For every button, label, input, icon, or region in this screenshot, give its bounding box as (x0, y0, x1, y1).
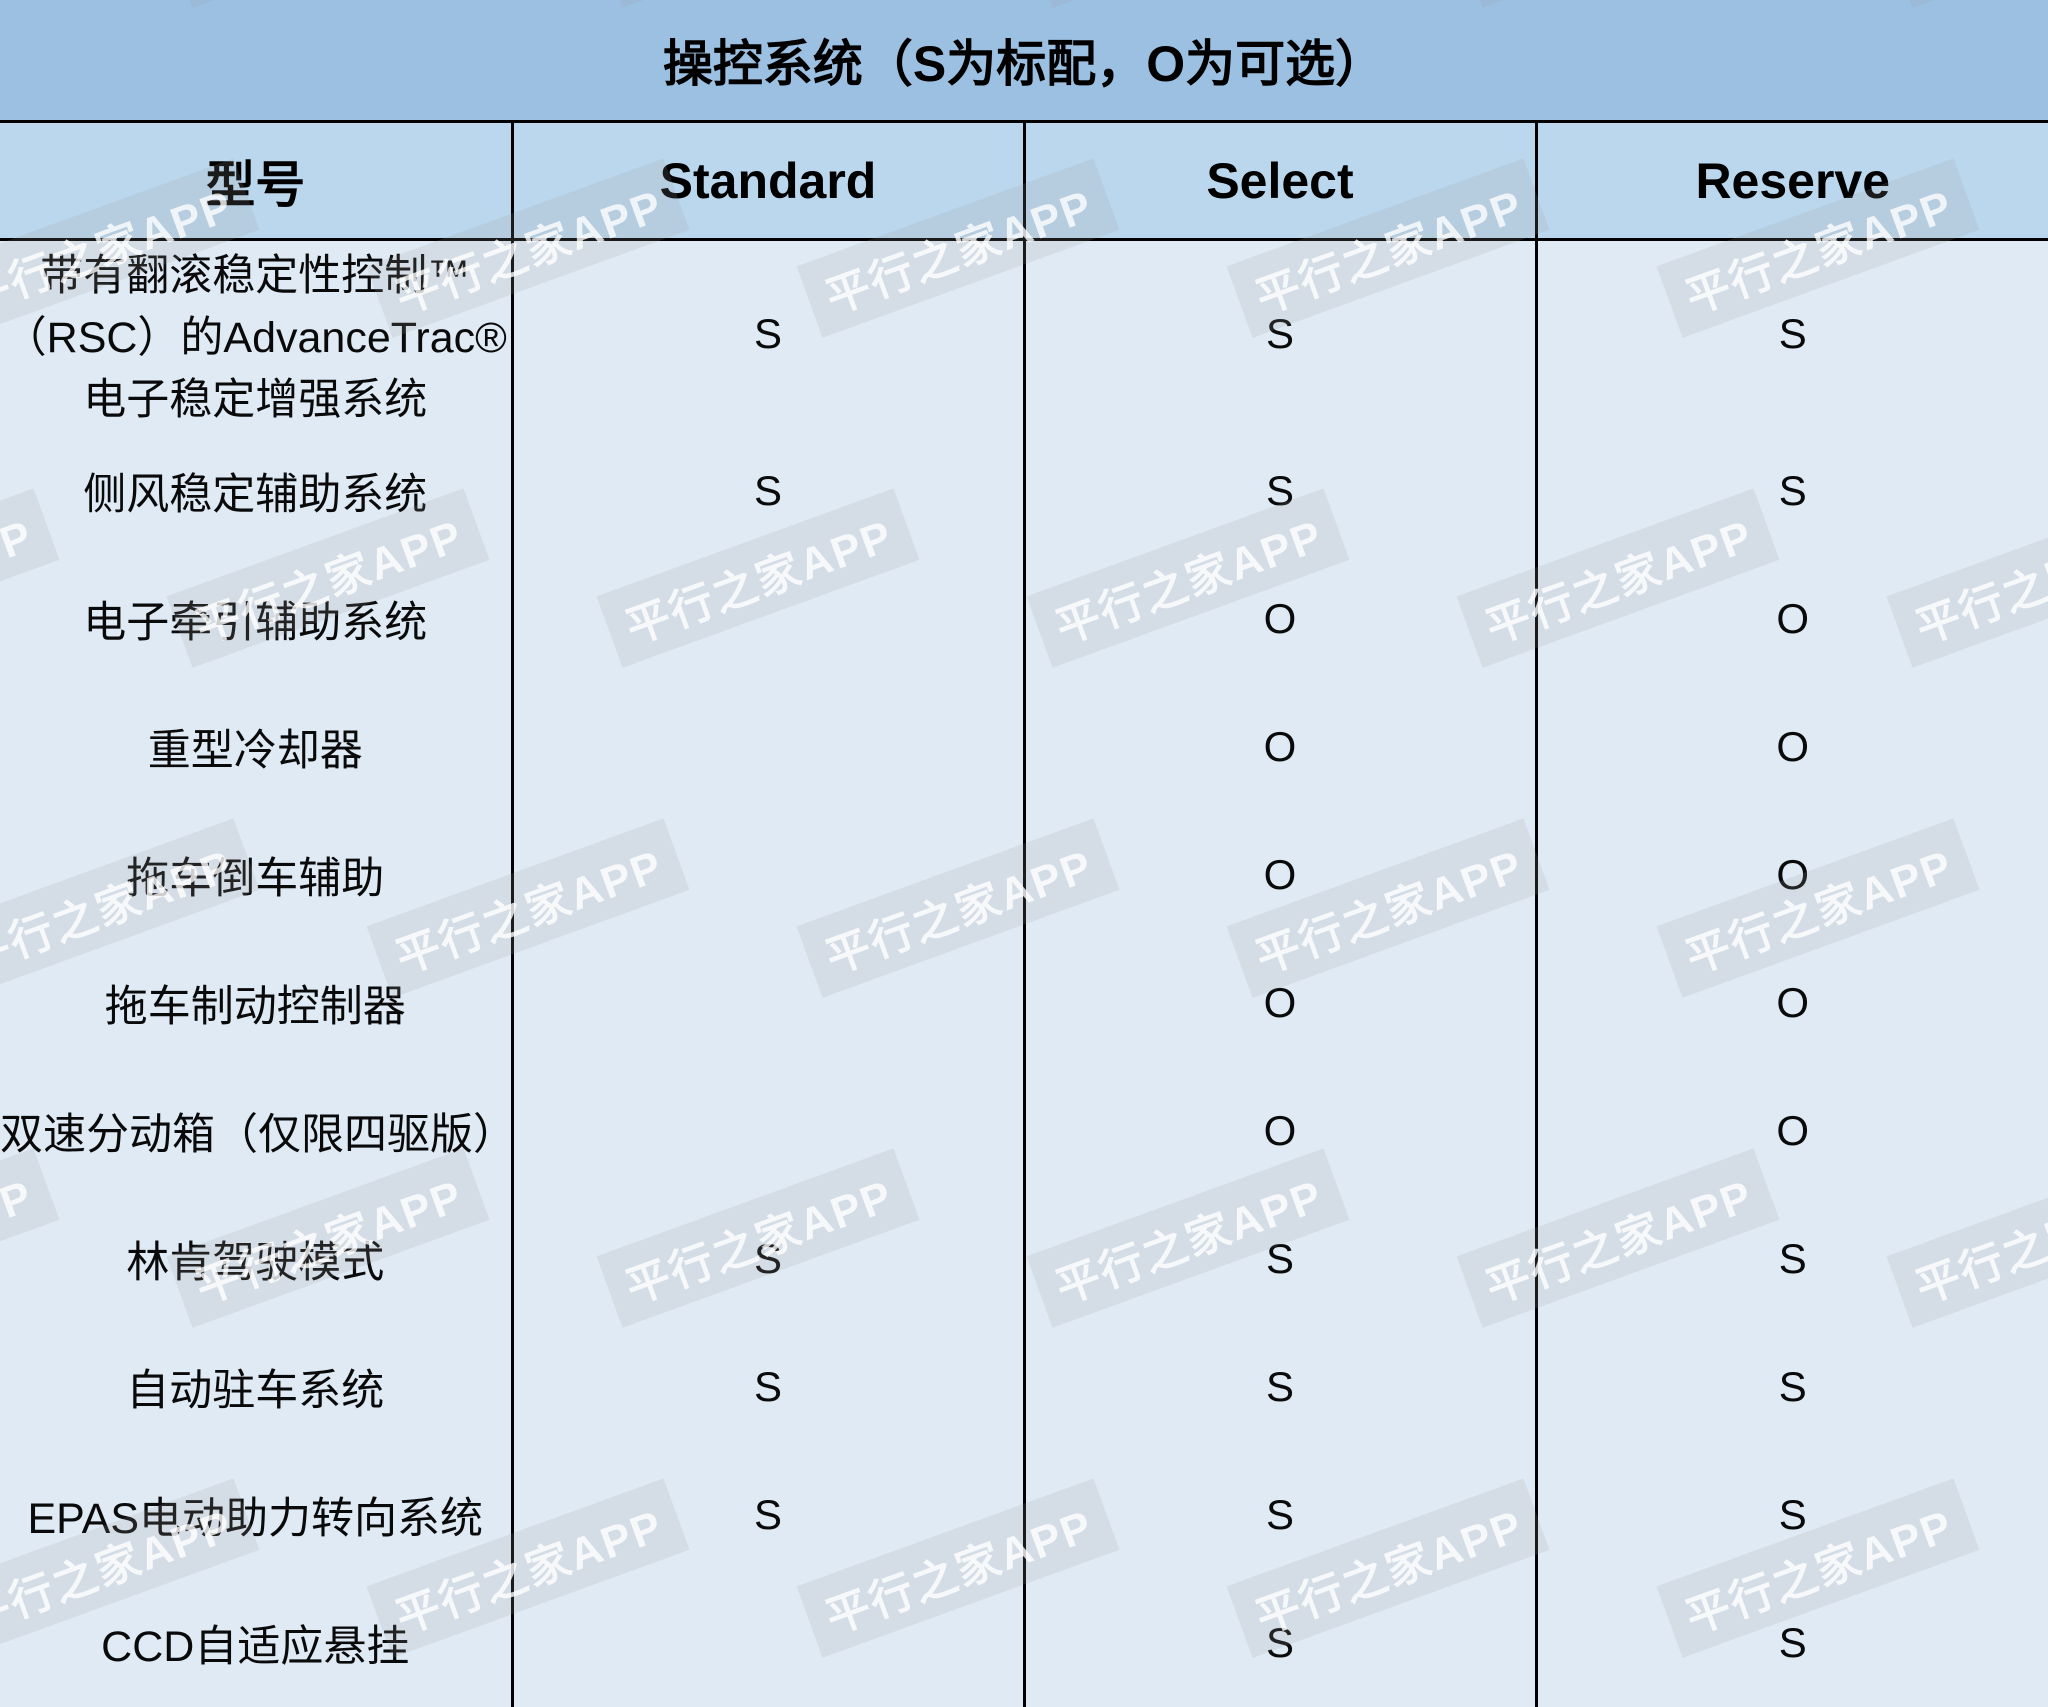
row-feature-name: EPAS电动助力转向系统 (0, 1451, 512, 1579)
table-row: 重型冷却器 OO (0, 683, 2048, 811)
cell-select: O (1024, 811, 1536, 939)
column-header-reserve: Reserve (1536, 122, 2048, 240)
cell-reserve: S (1536, 240, 2048, 428)
table-row: 拖车制动控制器 OO (0, 939, 2048, 1067)
cell-select: S (1024, 1323, 1536, 1451)
table-row: 电子牵引辅助系统 OO (0, 555, 2048, 683)
row-feature-name: 拖车倒车辅助 (0, 811, 512, 939)
cell-standard (512, 1067, 1024, 1195)
cell-reserve: S (1536, 1579, 2048, 1707)
cell-standard (512, 939, 1024, 1067)
table-row: 双速分动箱（仅限四驱版） OO (0, 1067, 2048, 1195)
table-row: CCD自适应悬挂 SS (0, 1579, 2048, 1707)
cell-select: S (1024, 1579, 1536, 1707)
row-feature-name: 重型冷却器 (0, 683, 512, 811)
cell-standard: S (512, 240, 1024, 428)
table-title: 操控系统（S为标配，O为可选） (0, 0, 2048, 122)
cell-standard (512, 1579, 1024, 1707)
column-header-standard: Standard (512, 122, 1024, 240)
row-feature-name: 拖车制动控制器 (0, 939, 512, 1067)
table-row: 林肯驾驶模式SSS (0, 1195, 2048, 1323)
table-row: 拖车倒车辅助 OO (0, 811, 2048, 939)
spec-comparison-table: 操控系统（S为标配，O为可选） 型号 Standard Select Reser… (0, 0, 2048, 1707)
row-feature-name: 双速分动箱（仅限四驱版） (0, 1067, 512, 1195)
cell-standard: S (512, 1195, 1024, 1323)
row-feature-name: 带有翻滚稳定性控制™（RSC）的AdvanceTrac® 电子稳定增强系统 (0, 240, 512, 428)
column-header-name: 型号 (0, 122, 512, 240)
table-row: 自动驻车系统SSS (0, 1323, 2048, 1451)
cell-select: S (1024, 240, 1536, 428)
cell-standard: S (512, 1323, 1024, 1451)
cell-reserve: S (1536, 1323, 2048, 1451)
cell-select: O (1024, 1067, 1536, 1195)
row-feature-name: 林肯驾驶模式 (0, 1195, 512, 1323)
cell-standard: S (512, 427, 1024, 555)
cell-standard: S (512, 1451, 1024, 1579)
cell-select: O (1024, 939, 1536, 1067)
cell-standard (512, 555, 1024, 683)
table-head: 操控系统（S为标配，O为可选） 型号 Standard Select Reser… (0, 0, 2048, 240)
title-row: 操控系统（S为标配，O为可选） (0, 0, 2048, 122)
table-body: 带有翻滚稳定性控制™（RSC）的AdvanceTrac® 电子稳定增强系统SSS… (0, 240, 2048, 1707)
cell-select: S (1024, 1451, 1536, 1579)
cell-reserve: O (1536, 683, 2048, 811)
table-row: 侧风稳定辅助系统SSS (0, 427, 2048, 555)
cell-reserve: O (1536, 555, 2048, 683)
row-feature-name: CCD自适应悬挂 (0, 1579, 512, 1707)
cell-reserve: S (1536, 1195, 2048, 1323)
table-row: 带有翻滚稳定性控制™（RSC）的AdvanceTrac® 电子稳定增强系统SSS (0, 240, 2048, 428)
cell-select: O (1024, 683, 1536, 811)
table-row: EPAS电动助力转向系统SSS (0, 1451, 2048, 1579)
cell-select: S (1024, 1195, 1536, 1323)
cell-standard (512, 811, 1024, 939)
row-feature-name: 电子牵引辅助系统 (0, 555, 512, 683)
row-feature-name: 自动驻车系统 (0, 1323, 512, 1451)
cell-reserve: O (1536, 1067, 2048, 1195)
cell-reserve: S (1536, 1451, 2048, 1579)
row-feature-name: 侧风稳定辅助系统 (0, 427, 512, 555)
cell-reserve: O (1536, 811, 2048, 939)
cell-reserve: O (1536, 939, 2048, 1067)
column-header-row: 型号 Standard Select Reserve (0, 122, 2048, 240)
cell-standard (512, 683, 1024, 811)
column-header-select: Select (1024, 122, 1536, 240)
cell-select: O (1024, 555, 1536, 683)
cell-reserve: S (1536, 427, 2048, 555)
cell-select: S (1024, 427, 1536, 555)
